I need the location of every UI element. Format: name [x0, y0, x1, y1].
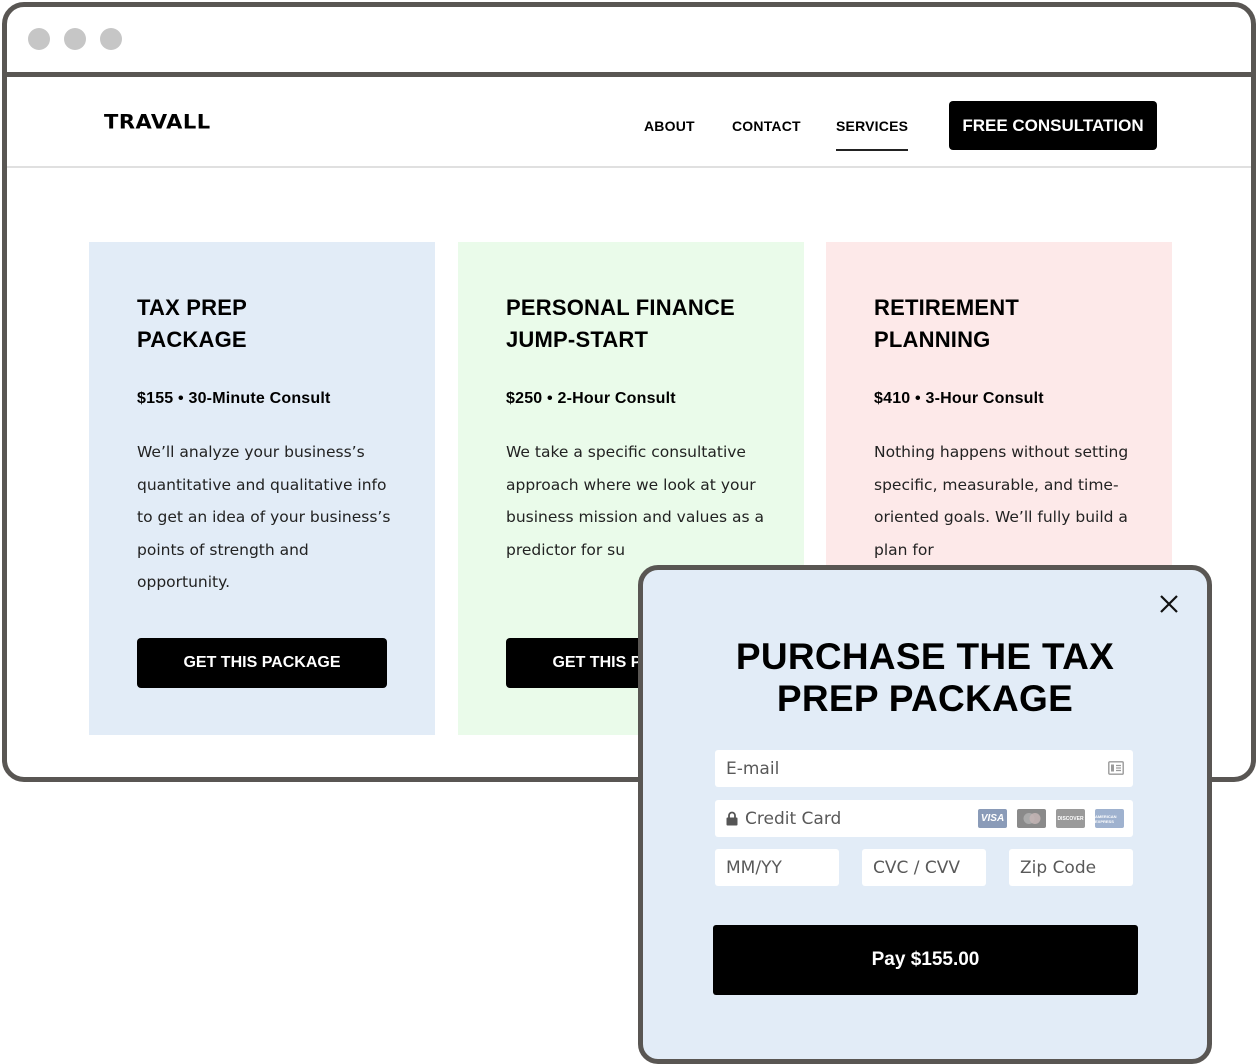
lock-icon	[726, 811, 738, 826]
close-icon[interactable]	[1157, 592, 1181, 616]
card-title: RETIREMENT PLANNING	[874, 292, 1124, 356]
card-title-line: PLANNING	[874, 327, 991, 352]
card-description: We’ll analyze your business’s quantitati…	[137, 443, 391, 592]
zip-field[interactable]	[1009, 849, 1133, 886]
window-close-dot[interactable]	[28, 28, 50, 50]
browser-titlebar	[7, 7, 1251, 77]
card-title-line: JUMP-START	[506, 327, 649, 352]
modal-title-line: PREP PACKAGE	[776, 678, 1074, 719]
card-description: We take a specific consultative approach…	[506, 443, 765, 559]
mastercard-icon	[1017, 809, 1046, 828]
zip-input[interactable]	[1020, 849, 1133, 886]
card-description: Nothing happens without setting specific…	[874, 443, 1129, 559]
modal-title: PURCHASE THE TAX PREP PACKAGE	[643, 636, 1207, 720]
card-price: $155 • 30-Minute Consult	[137, 390, 331, 407]
nav-link-services[interactable]: SERVICES	[836, 118, 909, 151]
modal-title-line: PURCHASE THE TAX	[735, 636, 1115, 677]
card-title-line: PACKAGE	[137, 327, 247, 352]
nav-link-contact[interactable]: CONTACT	[732, 118, 801, 134]
card-title-line: PERSONAL FINANCE	[506, 295, 735, 320]
window-maximize-dot[interactable]	[100, 28, 122, 50]
free-consultation-button[interactable]: FREE CONSULTATION	[949, 101, 1157, 150]
credit-card-field[interactable]: VISA DISCOVER AMERICAN EXPRESS	[715, 800, 1133, 837]
contact-card-icon	[1108, 761, 1124, 775]
email-field[interactable]	[715, 750, 1133, 787]
card-title: TAX PREP PACKAGE	[137, 292, 387, 356]
site-logo[interactable]: TRAVALL	[104, 111, 211, 134]
package-card-tax-prep: TAX PREP PACKAGE $155 • 30-Minute Consul…	[89, 242, 435, 735]
discover-icon: DISCOVER	[1056, 809, 1085, 828]
card-title-line: RETIREMENT	[874, 295, 1019, 320]
email-input[interactable]	[726, 750, 1133, 787]
cvc-field[interactable]	[862, 849, 986, 886]
purchase-modal: PURCHASE THE TAX PREP PACKAGE VISA DISCO…	[638, 565, 1212, 1064]
site-navbar: TRAVALL ABOUT CONTACT SERVICES FREE CONS…	[7, 82, 1251, 168]
visa-icon: VISA	[978, 809, 1007, 828]
card-title: PERSONAL FINANCE JUMP-START	[506, 292, 756, 356]
card-price: $250 • 2-Hour Consult	[506, 390, 676, 407]
cvc-input[interactable]	[873, 849, 986, 886]
card-price: $410 • 3-Hour Consult	[874, 390, 1044, 407]
nav-link-about[interactable]: ABOUT	[644, 118, 695, 134]
pay-button[interactable]: Pay $155.00	[713, 925, 1138, 995]
expiry-input[interactable]	[726, 849, 839, 886]
accepted-cards: VISA DISCOVER AMERICAN EXPRESS	[978, 809, 1124, 828]
card-title-line: TAX PREP	[137, 295, 247, 320]
expiry-field[interactable]	[715, 849, 839, 886]
get-package-button[interactable]: GET THIS PACKAGE	[137, 638, 387, 688]
amex-icon: AMERICAN EXPRESS	[1095, 809, 1124, 828]
window-minimize-dot[interactable]	[64, 28, 86, 50]
